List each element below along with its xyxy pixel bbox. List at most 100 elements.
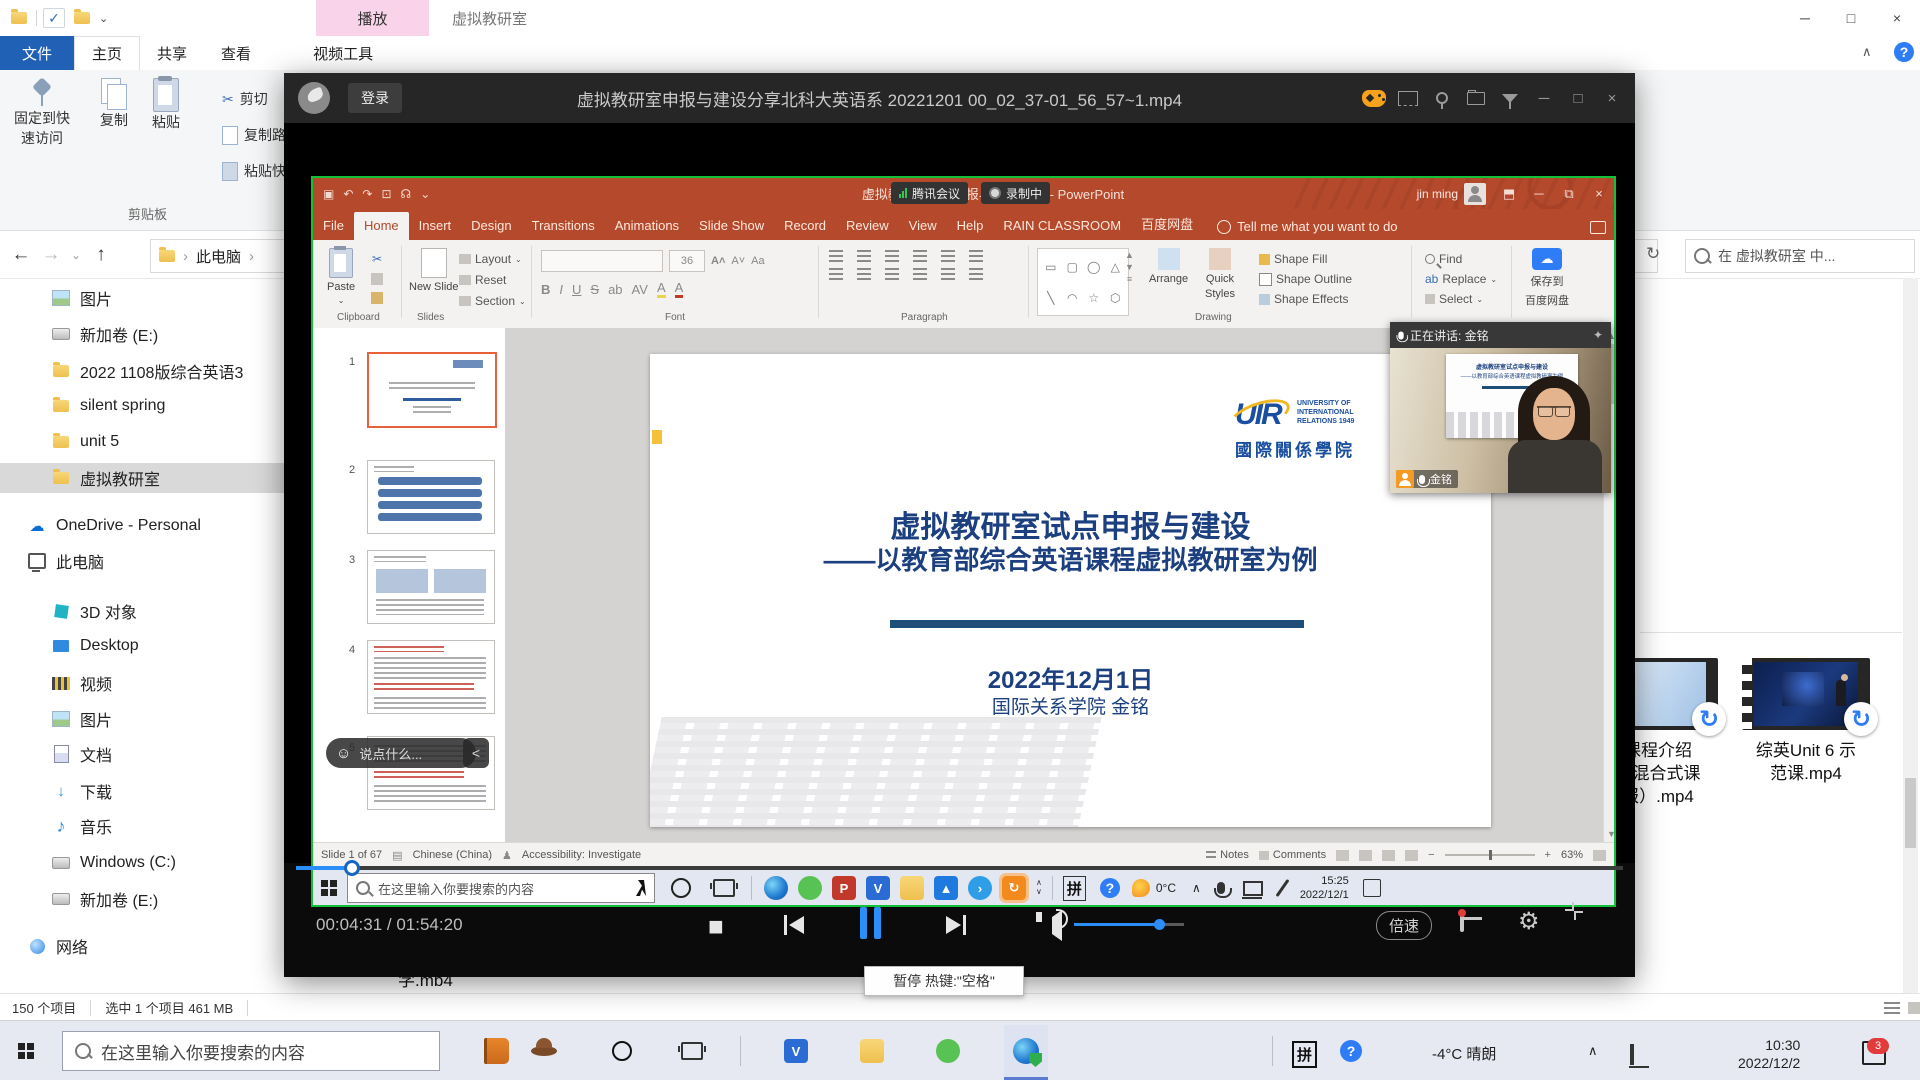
action-center-icon[interactable]: 3 <box>1862 1041 1886 1065</box>
cut-icon[interactable]: ✂ <box>372 252 382 266</box>
avatar[interactable] <box>1464 183 1486 205</box>
sidebar-item-3d-objects[interactable]: 3D 对象 <box>0 596 330 626</box>
volume-slider[interactable] <box>1074 923 1184 926</box>
ppt-tab-review[interactable]: Review <box>836 212 899 240</box>
start-button[interactable] <box>18 1043 34 1059</box>
qat-more-icon[interactable]: ⌄ <box>420 187 430 201</box>
previous-button[interactable] <box>784 915 804 935</box>
notes-button[interactable]: Notes <box>1206 849 1249 861</box>
ppt-tab-rain-classroom[interactable]: RAIN CLASSROOM <box>993 212 1131 240</box>
zoom-level[interactable]: 63% <box>1561 849 1583 861</box>
align-left-icon[interactable] <box>829 268 843 280</box>
help-icon[interactable]: ? <box>1894 42 1914 62</box>
slide-thumb-4[interactable] <box>367 640 495 714</box>
weather-text[interactable]: -4°C 晴朗 <box>1432 1043 1496 1064</box>
sidebar-item-downloads[interactable]: ↓下载 <box>0 776 330 806</box>
shape-outline-button[interactable]: Shape Outline <box>1259 272 1352 286</box>
ppt-tab-help[interactable]: Help <box>947 212 994 240</box>
paste-button[interactable]: 粘贴 <box>134 78 198 198</box>
qat-dropdown-icon[interactable]: ⌄ <box>99 12 108 25</box>
player-close-button[interactable]: × <box>1595 83 1629 113</box>
save-to-baidu-button[interactable]: ☁ 保存到百度网盘 <box>1525 248 1569 308</box>
font-name-select[interactable] <box>541 250 663 272</box>
playlist-folder-icon[interactable] <box>1459 83 1493 113</box>
tab-home[interactable]: 主页 <box>74 36 140 71</box>
vip-card-icon[interactable] <box>1460 913 1464 931</box>
ppt-tab-slideshow[interactable]: Slide Show <box>689 212 774 240</box>
zoom-slider[interactable] <box>1445 854 1535 856</box>
screenshot-icon[interactable] <box>1391 83 1425 113</box>
slide-thumb-1[interactable] <box>367 352 497 428</box>
sidebar-item-network[interactable]: 网络 <box>0 931 306 961</box>
player-minimize-button[interactable]: ─ <box>1527 83 1561 113</box>
tab-view[interactable]: 查看 <box>204 36 268 70</box>
shrink-font-icon[interactable]: A˅ <box>731 255 745 267</box>
ime-indicator[interactable]: 拼 <box>1292 1041 1317 1068</box>
start-slideshow-icon[interactable]: ⊡ <box>381 187 391 201</box>
breadcrumb-root[interactable]: 此电脑 <box>196 246 241 267</box>
back-icon[interactable]: ← <box>6 244 36 266</box>
ppt-quick-access[interactable]: ▣ ↶ ↷ ⊡ ☊ ⌄ <box>323 187 430 201</box>
task-view-icon[interactable] <box>676 1035 708 1067</box>
login-button[interactable]: 登录 <box>348 83 402 113</box>
ppt-restore-button[interactable]: ⧉ <box>1554 178 1584 209</box>
scroll-down-icon[interactable]: ▼ <box>1607 829 1616 839</box>
underline-button[interactable]: U <box>572 282 581 297</box>
tab-play[interactable]: 播放 <box>316 0 429 36</box>
cut-button[interactable]: ✂ 剪切 <box>222 86 268 112</box>
indent-increase-icon[interactable] <box>913 250 927 262</box>
slideshow-view-icon[interactable] <box>1405 850 1418 861</box>
line-spacing-icon[interactable] <box>941 250 955 262</box>
qat-folder-icon[interactable] <box>8 7 30 29</box>
normal-view-icon[interactable] <box>1336 850 1349 861</box>
text-shadow-button[interactable]: ab <box>608 282 622 297</box>
section-button[interactable]: Section⌄ <box>459 294 526 308</box>
sidebar-item-windows-c[interactable]: Windows (C:) <box>0 848 330 878</box>
zoom-out-icon[interactable]: − <box>1428 849 1434 861</box>
up-icon[interactable]: ↑ <box>86 244 116 266</box>
dictionary-app-icon[interactable] <box>480 1035 512 1067</box>
current-slide[interactable]: UIR UNIVERSITY OF INTERNATIONAL RELATION… <box>650 354 1491 827</box>
pause-button[interactable] <box>860 907 881 939</box>
highlight-button[interactable]: A <box>657 280 666 298</box>
ppt-close-button[interactable]: × <box>1584 178 1614 209</box>
qat-folder2-icon[interactable] <box>71 7 93 29</box>
explorer-close-button[interactable]: × <box>1874 0 1920 36</box>
text-direction-icon[interactable] <box>969 250 983 262</box>
forward-icon[interactable]: → <box>36 244 66 266</box>
player-titlebar[interactable]: 登录 虚拟教研室申报与建设分享北科大英语系 20221201 00_02_37-… <box>284 73 1635 123</box>
pin-quick-access-button[interactable]: 固定到快 速访问 <box>10 78 74 198</box>
reset-button[interactable]: Reset <box>459 273 526 287</box>
columns-icon[interactable] <box>941 268 955 280</box>
comments-button[interactable]: Comments <box>1259 849 1326 861</box>
ppt-paste-button[interactable]: Paste⌄ <box>327 248 355 305</box>
shapes-scroll-up-icon[interactable]: ▲ <box>1125 250 1134 260</box>
grow-font-icon[interactable]: A˄ <box>711 255 725 267</box>
sidebar-item-videos[interactable]: 视频 <box>0 668 330 698</box>
pin-on-top-icon[interactable] <box>1425 83 1459 113</box>
game-center-icon[interactable] <box>1357 83 1391 113</box>
ppt-tab-home[interactable]: Home <box>354 212 409 240</box>
sidebar-item-unit5[interactable]: unit 5 <box>0 427 330 457</box>
smartart-icon[interactable] <box>969 268 983 280</box>
shapes-more-icon[interactable]: ≡ <box>1127 274 1132 284</box>
language-status[interactable]: Chinese (China) <box>413 849 492 861</box>
sidebar-item-documents[interactable]: 文档 <box>0 739 330 769</box>
redo-icon[interactable]: ↷ <box>362 187 372 201</box>
sidebar-item-new-volume-e[interactable]: 新加卷 (E:) <box>0 884 330 914</box>
cortana-ring-icon[interactable] <box>606 1035 638 1067</box>
scrollbar-thumb[interactable] <box>1905 778 1916 848</box>
undo-icon[interactable]: ↶ <box>343 187 353 201</box>
qat-check-icon[interactable]: ✓ <box>43 8 65 28</box>
meeting-badge[interactable]: 腾讯会议 <box>891 182 968 204</box>
details-view-icon[interactable] <box>1884 1002 1900 1014</box>
account-name[interactable]: jin ming <box>1417 187 1458 201</box>
shape-gallery[interactable]: ▭▢◯△╲◠☆⬡ <box>1037 248 1129 316</box>
seek-bar[interactable] <box>296 866 1623 870</box>
sidebar-item-this-pc[interactable]: 此电脑 <box>0 546 306 576</box>
player-maximize-button[interactable]: □ <box>1561 83 1595 113</box>
speed-button[interactable]: 倍速 <box>1376 911 1432 940</box>
sidebar-item-pictures2[interactable]: 图片 <box>0 704 330 734</box>
arrange-button[interactable]: Arrange <box>1149 248 1188 285</box>
thumbnail-view-icon[interactable] <box>1908 1002 1920 1014</box>
